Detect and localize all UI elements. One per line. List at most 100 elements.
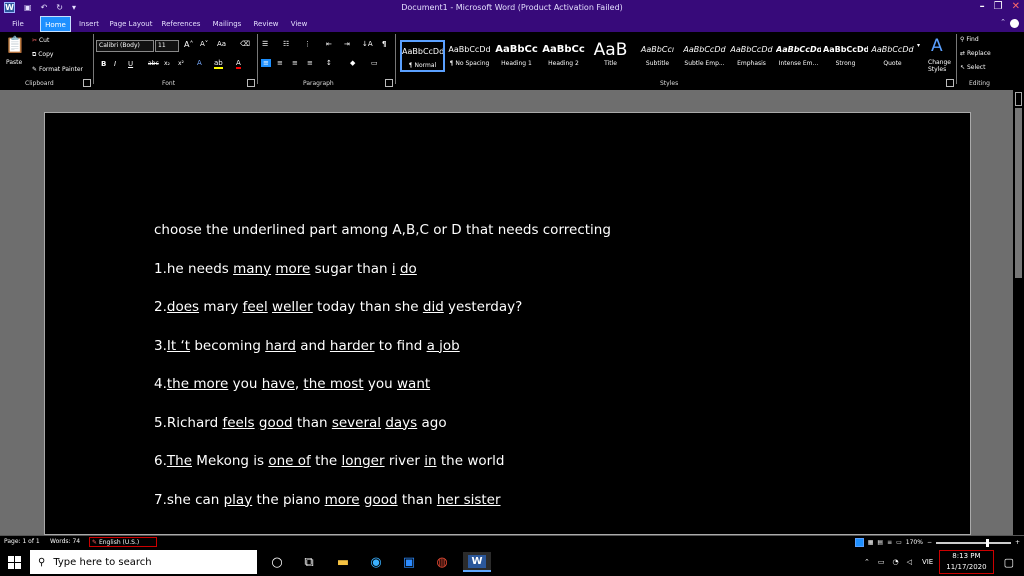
full-screen-icon[interactable]: ▦ bbox=[868, 539, 874, 546]
zoom-in-button[interactable]: + bbox=[1015, 539, 1020, 546]
cortana-icon[interactable]: ○ bbox=[267, 552, 287, 572]
document-line[interactable]: 3.It ‘t becoming hard and harder to find… bbox=[154, 338, 460, 354]
grow-font-icon[interactable]: A˄ bbox=[184, 40, 193, 49]
paste-button[interactable]: Paste bbox=[6, 59, 22, 66]
bullets-icon[interactable]: ☰ bbox=[262, 40, 268, 48]
outline-icon[interactable]: ≡ bbox=[887, 539, 892, 546]
text-effects-icon[interactable]: A bbox=[197, 59, 202, 67]
sort-icon[interactable]: ↓A bbox=[362, 40, 373, 48]
change-styles-icon[interactable]: A bbox=[931, 36, 943, 56]
italic-button[interactable]: I bbox=[114, 60, 116, 68]
tab-references[interactable]: References bbox=[160, 16, 202, 32]
style-2[interactable]: AaBbCc Heading 1 bbox=[494, 40, 539, 72]
clock[interactable]: 8:13 PM 11/17/2020 bbox=[939, 550, 994, 574]
gallery-more-icon[interactable]: ▾ bbox=[917, 42, 920, 49]
document-line[interactable]: 7.she can play the piano more good than … bbox=[154, 492, 501, 508]
tab-insert[interactable]: Insert bbox=[76, 16, 102, 32]
close-button[interactable]: ✕ bbox=[1012, 1, 1020, 12]
document-line[interactable]: 5.Richard feels good than several days a… bbox=[154, 415, 447, 431]
zoom-out-button[interactable]: − bbox=[927, 539, 932, 546]
tab-view[interactable]: View bbox=[288, 16, 310, 32]
decrease-indent-icon[interactable]: ⇤ bbox=[326, 40, 332, 48]
notification-icon[interactable]: ▢ bbox=[994, 556, 1024, 569]
task-view-icon[interactable]: ⧉ bbox=[299, 552, 319, 572]
justify-button[interactable]: ≡ bbox=[307, 59, 313, 67]
web-layout-icon[interactable]: ▤ bbox=[877, 539, 883, 546]
help-icon[interactable] bbox=[1010, 19, 1019, 28]
align-left-button[interactable]: ≡ bbox=[261, 59, 271, 67]
minimize-button[interactable]: – bbox=[980, 1, 985, 12]
font-name-select[interactable]: Calibri (Body) bbox=[96, 40, 154, 52]
tab-file[interactable]: File bbox=[6, 16, 30, 32]
tab-page-layout[interactable]: Page Layout bbox=[109, 16, 153, 32]
align-right-button[interactable]: ≡ bbox=[292, 59, 298, 67]
zoom-slider[interactable] bbox=[935, 538, 1011, 547]
word-count[interactable]: Words: 74 bbox=[48, 537, 82, 547]
edge-icon[interactable]: ◉ bbox=[366, 552, 386, 572]
paragraph-launcher-icon[interactable] bbox=[385, 79, 393, 87]
find-button[interactable]: ⚲ Find bbox=[960, 36, 979, 43]
style-4[interactable]: AaB Title bbox=[588, 40, 633, 72]
tab-mailings[interactable]: Mailings bbox=[209, 16, 245, 32]
scrollbar-thumb[interactable] bbox=[1015, 108, 1022, 278]
shading-icon[interactable]: ◆ bbox=[350, 59, 355, 67]
show-marks-icon[interactable]: ¶ bbox=[382, 40, 386, 48]
select-button[interactable]: ↖ Select bbox=[960, 64, 985, 71]
file-explorer-icon[interactable]: ▬ bbox=[333, 552, 353, 572]
style-5[interactable]: AaBbCcı Subtitle bbox=[635, 40, 680, 72]
style-9[interactable]: AaBbCcDd Strong bbox=[823, 40, 868, 72]
shrink-font-icon[interactable]: A˅ bbox=[200, 40, 208, 48]
document-line[interactable]: 2.does mary feel weller today than she d… bbox=[154, 299, 522, 315]
document-line[interactable]: choose the underlined part among A,B,C o… bbox=[154, 222, 611, 238]
volume-icon[interactable]: ◁ bbox=[903, 558, 916, 566]
print-layout-icon[interactable] bbox=[854, 538, 864, 547]
copy-button[interactable]: ⧉ Copy bbox=[32, 51, 53, 59]
network-icon[interactable]: ◔ bbox=[888, 558, 902, 566]
font-color-icon[interactable]: A bbox=[236, 59, 241, 69]
styles-launcher-icon[interactable] bbox=[946, 79, 954, 87]
tray-expand-icon[interactable]: ⌃ bbox=[860, 558, 874, 566]
draft-icon[interactable]: ▭ bbox=[896, 539, 902, 546]
style-7[interactable]: AaBbCcDd Emphasis bbox=[729, 40, 774, 72]
style-8[interactable]: AaBbCcDd Intense Em... bbox=[776, 40, 821, 72]
multilevel-list-icon[interactable]: ⋮ bbox=[304, 40, 311, 48]
subscript-button[interactable]: x₂ bbox=[164, 60, 170, 67]
highlight-icon[interactable]: ab bbox=[214, 59, 223, 69]
format-painter-button[interactable]: ✎ Format Painter bbox=[32, 66, 83, 73]
style-0[interactable]: AaBbCcDd ¶ Normal bbox=[400, 40, 445, 72]
cut-button[interactable]: ✂ Cut bbox=[32, 37, 49, 44]
paste-icon[interactable]: 📋 bbox=[5, 35, 25, 54]
bold-button[interactable]: B bbox=[101, 60, 106, 68]
style-3[interactable]: AaBbCc Heading 2 bbox=[541, 40, 586, 72]
numbering-icon[interactable]: ☷ bbox=[283, 40, 289, 48]
chrome-icon[interactable]: ◍ bbox=[432, 552, 452, 572]
line-spacing-icon[interactable]: ↕ bbox=[326, 59, 332, 67]
ruler-toggle-icon[interactable] bbox=[1015, 92, 1022, 106]
increase-indent-icon[interactable]: ⇥ bbox=[344, 40, 350, 48]
tab-home[interactable]: Home bbox=[40, 16, 71, 32]
battery-icon[interactable]: ▭ bbox=[874, 558, 889, 566]
taskbar-search[interactable]: ⚲ Type here to search bbox=[30, 550, 257, 574]
zalo-icon[interactable]: ▣ bbox=[399, 552, 419, 572]
style-10[interactable]: AaBbCcDd Quote bbox=[870, 40, 915, 72]
windows-start-icon[interactable] bbox=[8, 556, 21, 569]
change-styles-button[interactable]: Change Styles bbox=[928, 59, 951, 73]
page-count[interactable]: Page: 1 of 1 bbox=[2, 537, 42, 547]
collapse-ribbon-icon[interactable]: ⌃ bbox=[1000, 18, 1006, 26]
vertical-scrollbar[interactable] bbox=[1013, 90, 1024, 535]
superscript-button[interactable]: x² bbox=[178, 60, 184, 67]
borders-icon[interactable]: ▭ bbox=[371, 59, 378, 67]
underline-button[interactable]: U bbox=[128, 60, 133, 68]
restore-button[interactable]: ❐ bbox=[994, 1, 1003, 12]
document-line[interactable]: 6.The Mekong is one of the longer river … bbox=[154, 453, 505, 469]
word-taskbar-icon[interactable]: W bbox=[463, 552, 491, 572]
input-language[interactable]: VIE bbox=[916, 558, 939, 566]
change-case-icon[interactable]: Aa bbox=[217, 40, 226, 48]
font-launcher-icon[interactable] bbox=[247, 79, 255, 87]
align-center-button[interactable]: ≡ bbox=[277, 59, 283, 67]
clear-format-icon[interactable]: ⌫ bbox=[240, 40, 250, 48]
document-page[interactable]: choose the underlined part among A,B,C o… bbox=[44, 112, 971, 535]
clipboard-launcher-icon[interactable] bbox=[83, 79, 91, 87]
replace-button[interactable]: ⇄ Replace bbox=[960, 50, 991, 57]
style-1[interactable]: AaBbCcDd ¶ No Spacing bbox=[447, 40, 492, 72]
